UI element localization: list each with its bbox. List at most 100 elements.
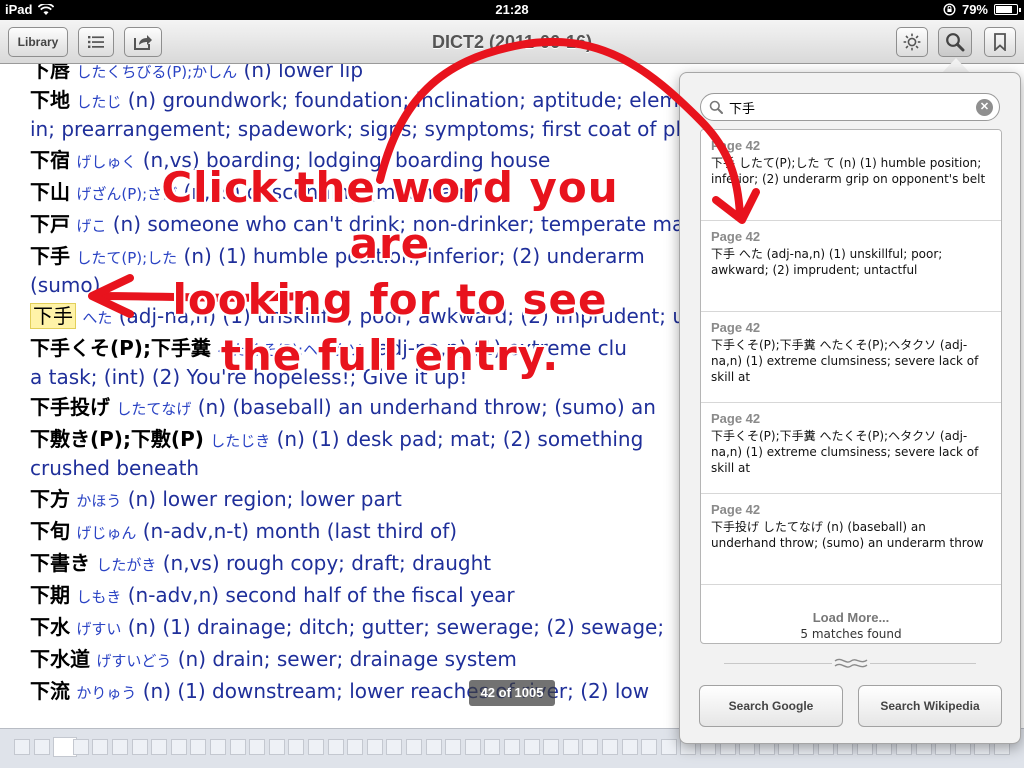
entry-row[interactable]: 下期 しもき (n-adv,n) second half of the fisc… xyxy=(30,581,680,611)
page-thumbnail[interactable] xyxy=(445,739,462,755)
page-thumbnail[interactable] xyxy=(425,739,442,755)
search-result[interactable]: Page 42 下手くそ(P);下手糞 へたくそ(P);ヘタクソ (adj-na… xyxy=(701,312,1001,403)
search-result[interactable]: Page 42 下手くそ(P);下手糞 へたくそ(P);ヘタクソ (adj-na… xyxy=(701,403,1001,494)
share-button[interactable] xyxy=(124,27,162,57)
search-result[interactable]: Page 42 下手 へた (adj-na,n) (1) unskillful;… xyxy=(701,221,1001,312)
page-thumbnail[interactable] xyxy=(131,739,148,755)
search-result[interactable]: Page 42 下手投げ したてなげ (n) (baseball) an und… xyxy=(701,494,1001,585)
entry-reading: げじゅん xyxy=(76,524,137,542)
annotation-text: Click the word you are looking for to se… xyxy=(120,160,660,384)
search-icon xyxy=(709,100,723,114)
page-thumbnail[interactable] xyxy=(582,739,599,755)
entry-headword[interactable]: 下地 xyxy=(30,88,70,112)
result-page: Page 42 xyxy=(711,411,761,426)
page-thumbnail[interactable] xyxy=(484,739,501,755)
entry-headword[interactable]: 下手 xyxy=(30,244,70,268)
entry-reading: げすいどう xyxy=(96,652,172,670)
page-thumbnail[interactable] xyxy=(308,739,324,755)
entry-definition: (n) (1) desk pad; mat; (2) something xyxy=(270,427,644,451)
page-thumbnail[interactable] xyxy=(523,739,540,755)
clear-icon[interactable]: ✕ xyxy=(976,99,993,116)
page-thumbnail[interactable] xyxy=(562,739,579,755)
entry-headword[interactable]: 下期 xyxy=(30,583,70,607)
page-thumbnail[interactable] xyxy=(288,739,305,755)
search-button[interactable] xyxy=(938,27,972,57)
lock-rotation-icon xyxy=(943,3,956,16)
entry-headword[interactable]: 下戸 xyxy=(30,212,70,236)
page-thumbnail[interactable] xyxy=(210,739,226,755)
entry-headword[interactable]: 下宿 xyxy=(30,148,70,172)
result-page: Page 42 xyxy=(711,502,761,517)
popover-arrow xyxy=(942,58,970,73)
entry-reading: したじき xyxy=(210,432,271,450)
page-thumbnail[interactable] xyxy=(112,739,128,755)
search-field[interactable]: ✕ xyxy=(700,93,1000,121)
page-thumbnail[interactable] xyxy=(249,739,266,755)
entry-row[interactable]: 下流 かりゅう (n) (1) downstream; lower reache… xyxy=(30,677,680,707)
page-thumbnail[interactable] xyxy=(151,739,168,755)
entry-row[interactable]: 下水道 げすいどう (n) drain; sewer; drainage sys… xyxy=(30,645,680,675)
result-text: 下手 したて(P);した て (n) (1) humble position; … xyxy=(711,156,986,186)
result-text: 下手 へた (adj-na,n) (1) unskillful; poor; a… xyxy=(711,247,943,277)
entry-row[interactable]: 下旬 げじゅん (n-adv,n-t) month (last third of… xyxy=(30,517,680,547)
entry-headword[interactable]: 下方 xyxy=(30,487,70,511)
page-thumbnail[interactable] xyxy=(33,739,50,755)
page-thumbnail[interactable] xyxy=(14,739,30,755)
library-button[interactable]: Library xyxy=(8,27,68,57)
page-thumbnail[interactable] xyxy=(504,739,520,755)
page-thumbnail[interactable] xyxy=(464,739,481,755)
entry-definition: in; prearrangement; spadework; signs; sy… xyxy=(30,117,680,141)
clock: 21:28 xyxy=(495,2,529,17)
entry-row[interactable]: 下唇 したくちびる(P);かしん (n) lower lip xyxy=(30,64,680,86)
entry-headword-highlighted[interactable]: 下手 xyxy=(30,303,76,329)
page-thumbnail[interactable] xyxy=(602,739,618,755)
entry-definition: (n) groundwork; foundation; inclination;… xyxy=(121,88,679,112)
bookmark-button[interactable] xyxy=(984,27,1016,57)
search-google-button[interactable]: Search Google xyxy=(699,685,843,727)
page-thumbnail[interactable] xyxy=(229,739,246,755)
entry-headword[interactable]: 下書き xyxy=(30,551,90,575)
entry-headword[interactable]: 下唇 xyxy=(30,64,70,82)
page-thumbnail[interactable] xyxy=(327,739,344,755)
entry-headword[interactable]: 下手投げ xyxy=(30,395,110,419)
entry-reading: しもき xyxy=(76,588,122,606)
entry-headword[interactable]: 下水 xyxy=(30,615,70,639)
entry-row[interactable]: 下水 げすい (n) (1) drainage; ditch; gutter; … xyxy=(30,613,680,643)
page-indicator: 42 of 1005 xyxy=(469,680,555,706)
entry-row[interactable]: 下方 かほう (n) lower region; lower part xyxy=(30,485,680,515)
entry-headword[interactable]: 下流 xyxy=(30,679,70,703)
entry-headword[interactable]: 下山 xyxy=(30,180,70,204)
entry-row[interactable]: 下敷き(P);下敷(P) したじき (n) (1) desk pad; mat;… xyxy=(30,425,680,455)
entry-row[interactable]: 下地 したじ (n) groundwork; foundation; incli… xyxy=(30,86,680,116)
result-page: Page 42 xyxy=(711,229,761,244)
page-thumbnail[interactable] xyxy=(268,739,285,755)
entry-headword[interactable]: 下水道 xyxy=(30,647,90,671)
contents-button[interactable] xyxy=(78,27,114,57)
annotation-line: Click the word you are xyxy=(161,163,619,268)
search-popover: ✕ Page 42 下手 したて(P);した て (n) (1) humble … xyxy=(679,72,1021,744)
entry-row[interactable]: 下手投げ したてなげ (n) (baseball) an underhand t… xyxy=(30,393,680,423)
page-thumbnail[interactable] xyxy=(660,739,677,755)
entry-definition: (n) (baseball) an underhand throw; (sumo… xyxy=(191,395,656,419)
page-thumbnail[interactable] xyxy=(170,739,187,755)
page-thumbnail[interactable] xyxy=(72,739,89,755)
entry-definition: (n) (1) downstream; lower reaches of riv… xyxy=(136,679,650,703)
entry-row[interactable]: 下書き したがき (n,vs) rough copy; draft; draug… xyxy=(30,549,680,579)
page-thumbnail[interactable] xyxy=(92,739,109,755)
entry-headword[interactable]: 下敷き(P);下敷(P) xyxy=(30,427,204,451)
page-thumbnail[interactable] xyxy=(406,739,422,755)
entry-headword[interactable]: 下旬 xyxy=(30,519,70,543)
page-thumbnail[interactable] xyxy=(347,739,364,755)
search-wikipedia-button[interactable]: Search Wikipedia xyxy=(858,685,1002,727)
load-more-button[interactable]: Load More... 5 matches found xyxy=(701,610,1001,641)
search-result[interactable]: Page 42 下手 したて(P);した て (n) (1) humble po… xyxy=(701,130,1001,221)
page-thumbnail[interactable] xyxy=(190,739,207,755)
page-thumbnail[interactable] xyxy=(641,739,658,755)
page-thumbnail[interactable] xyxy=(621,739,638,755)
brightness-button[interactable] xyxy=(896,27,928,57)
search-input[interactable] xyxy=(729,99,969,115)
page-thumbnail[interactable] xyxy=(386,739,403,755)
page-thumbnail[interactable] xyxy=(543,739,560,755)
entry-definition: (n-adv,n-t) month (last third of) xyxy=(136,519,458,543)
page-thumbnail[interactable] xyxy=(366,739,383,755)
